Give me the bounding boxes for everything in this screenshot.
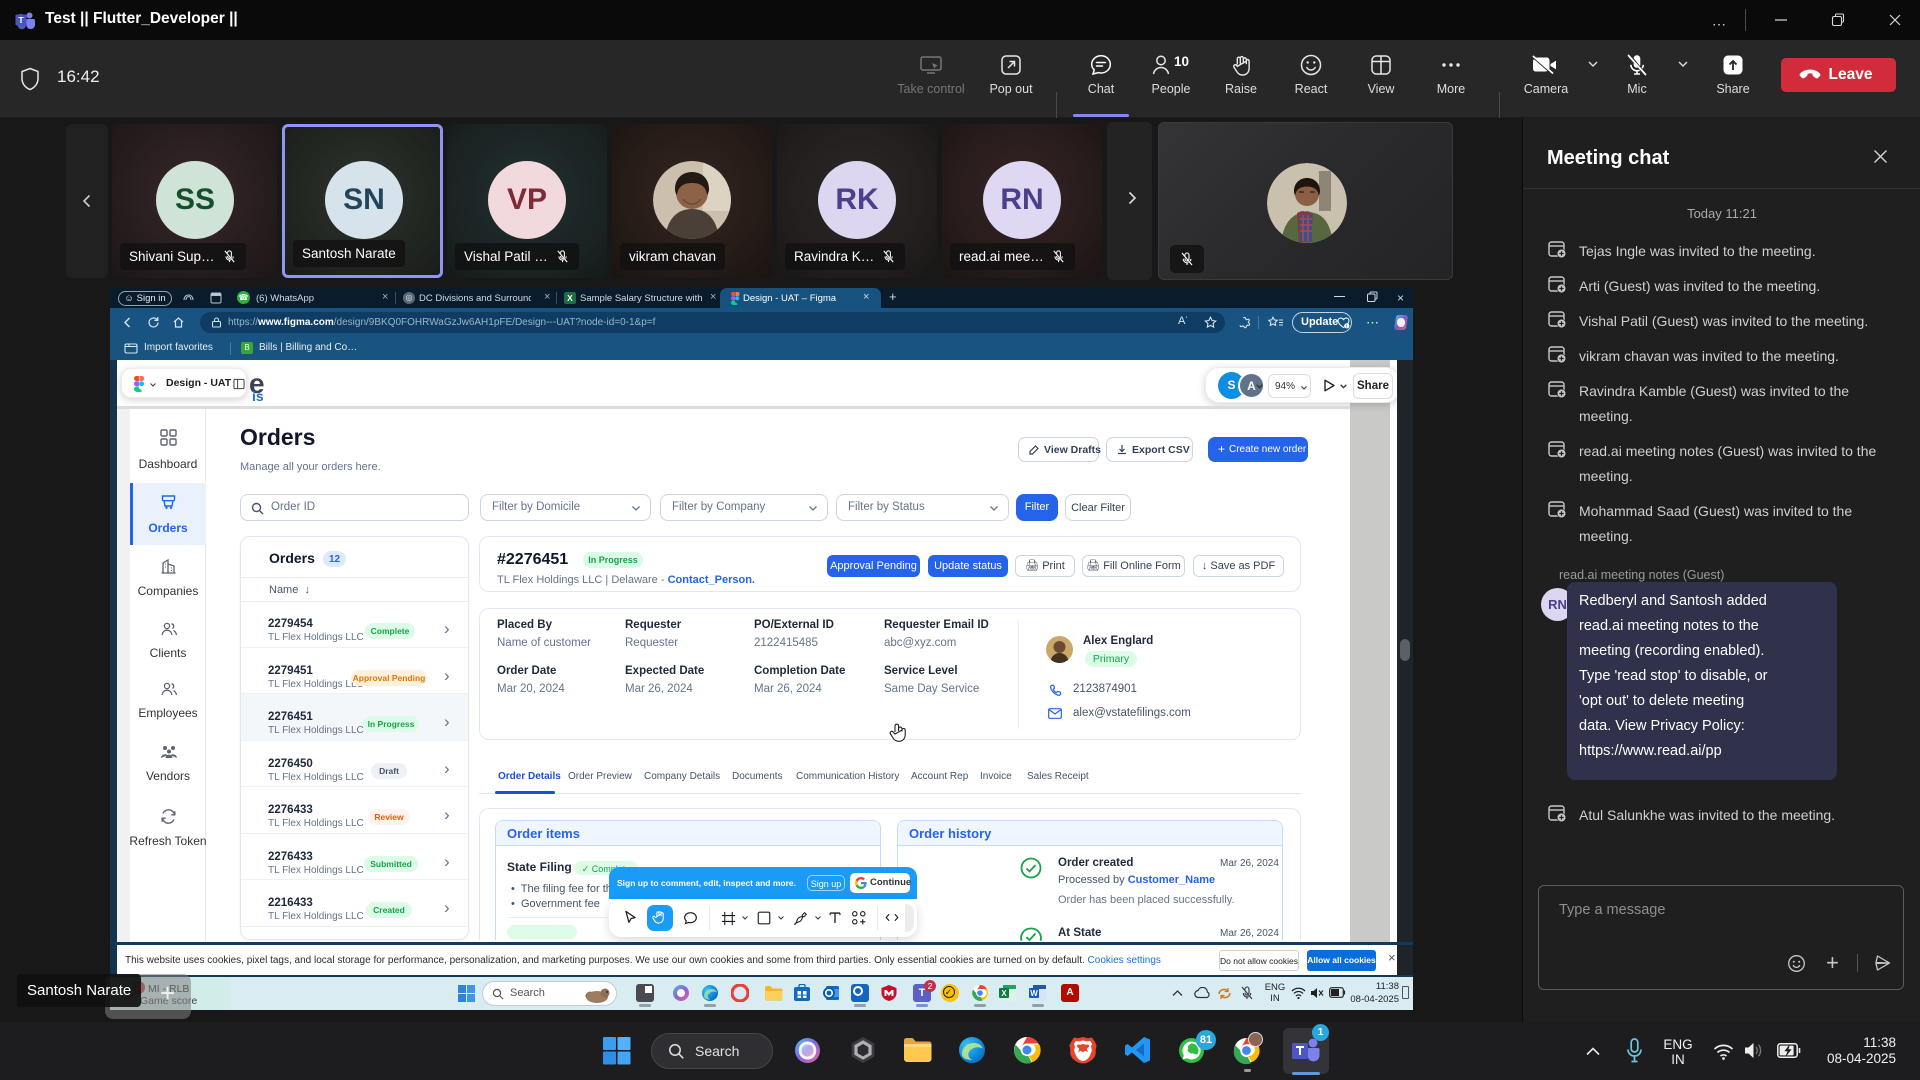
svg-text:X: X <box>1001 989 1007 998</box>
svg-text:W: W <box>1030 989 1038 998</box>
svg-text:T: T <box>18 15 24 25</box>
svg-text:10: 10 <box>1174 54 1189 69</box>
